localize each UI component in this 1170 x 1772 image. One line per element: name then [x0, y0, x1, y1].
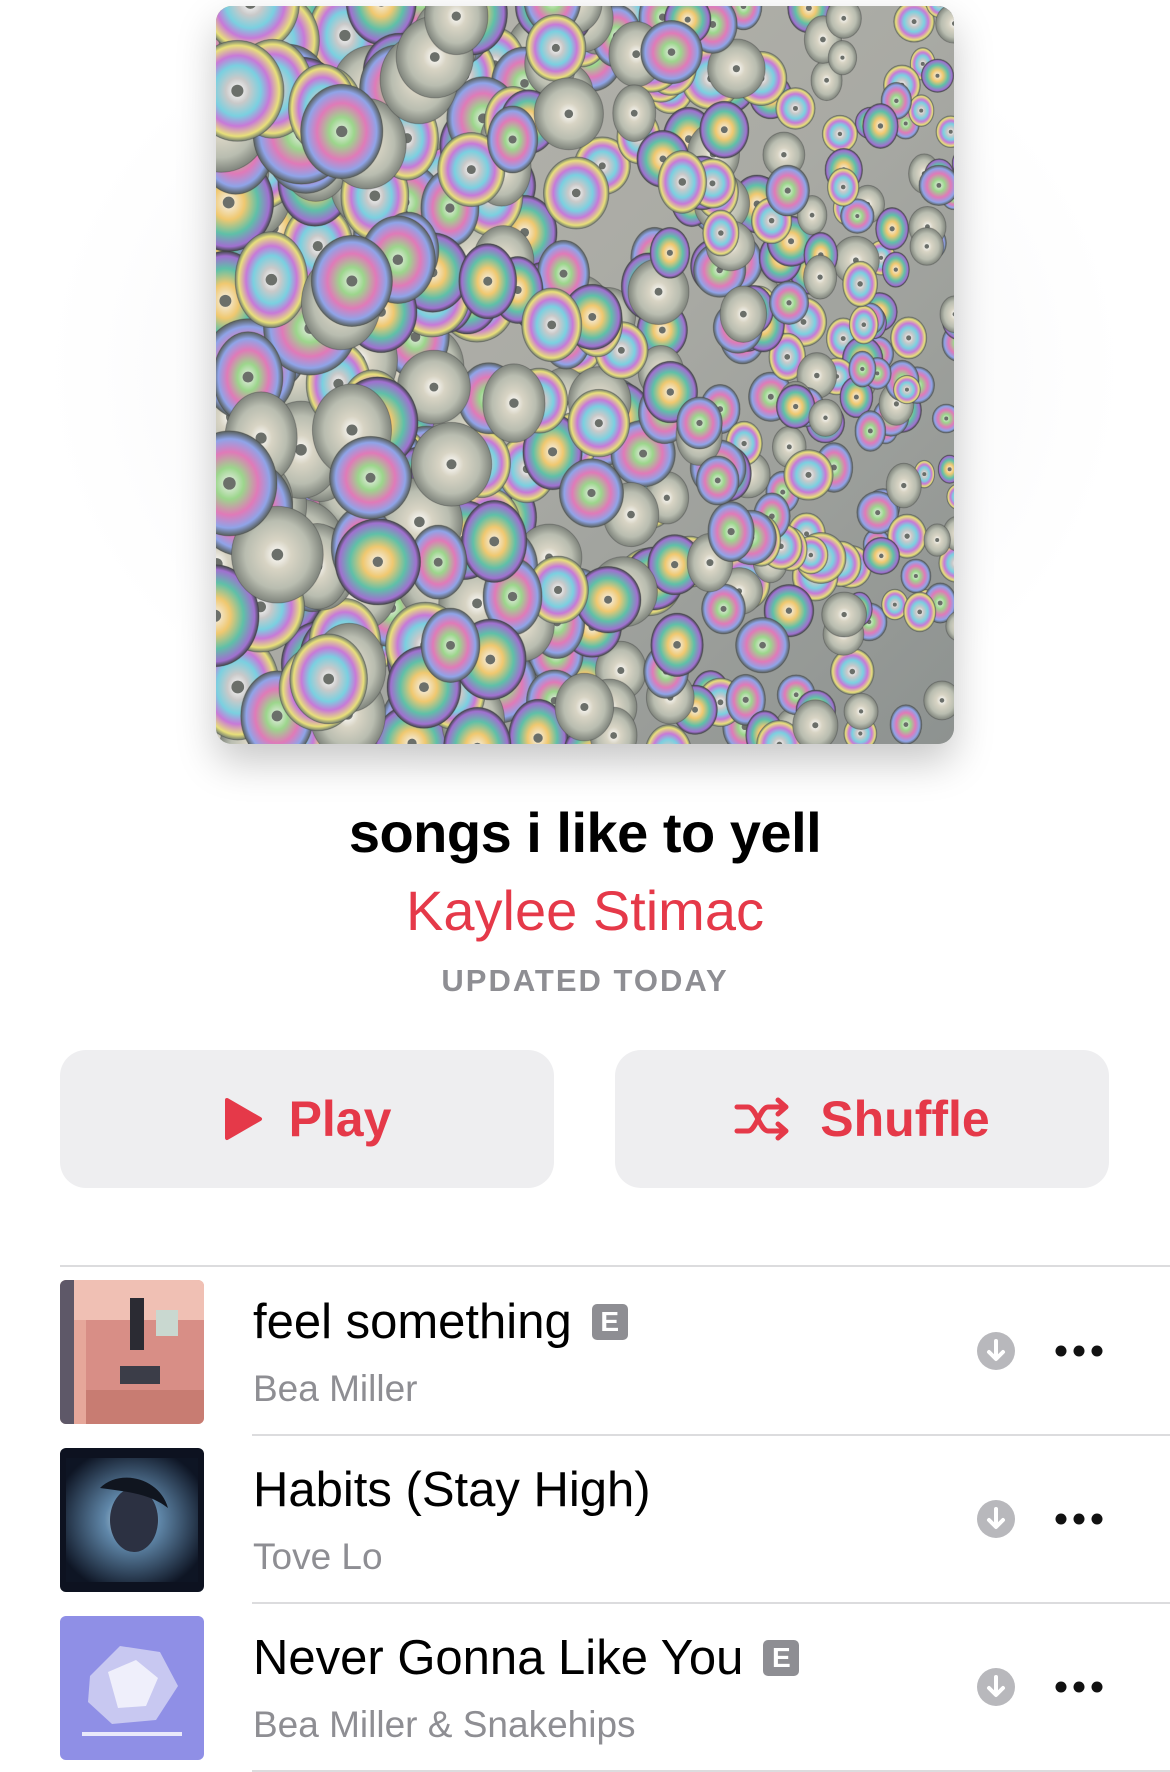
track-title-text: Never Gonna Like You	[253, 1631, 744, 1685]
download-icon[interactable]	[976, 1331, 1016, 1371]
list-divider	[60, 1265, 1170, 1267]
playlist-title: songs i like to yell	[348, 801, 822, 864]
track-title: Never Gonna Like You E	[253, 1630, 800, 1686]
track-artist: Tove Lo	[253, 1536, 383, 1577]
track-title: feel something E	[253, 1294, 628, 1350]
more-options-icon[interactable]	[1052, 1672, 1106, 1702]
play-button[interactable]: Play	[60, 1050, 554, 1188]
play-label: Play	[288, 1091, 392, 1147]
download-icon[interactable]	[976, 1499, 1016, 1539]
playlist-artwork	[216, 6, 954, 744]
more-options-icon[interactable]	[1052, 1336, 1106, 1366]
explicit-badge: E	[763, 1640, 800, 1676]
playlist-curator[interactable]: Kaylee Stimac	[0, 878, 1170, 943]
play-icon	[224, 1098, 262, 1140]
track-row[interactable]: Habits (Stay High) Tove Lo	[0, 1436, 1170, 1604]
track-row[interactable]: Never Gonna Like You E Bea Miller & Snak…	[0, 1604, 1170, 1772]
track-row[interactable]: feel something E Bea Miller	[0, 1268, 1170, 1436]
shuffle-label: Shuffle	[820, 1091, 990, 1147]
track-title-text: feel something	[253, 1295, 572, 1349]
updated-label: UPDATED TODAY	[441, 963, 729, 998]
track-artist: Bea Miller & Snakehips	[253, 1704, 636, 1745]
track-title-text: Habits (Stay High)	[253, 1463, 651, 1517]
more-options-icon[interactable]	[1052, 1504, 1106, 1534]
album-art	[60, 1448, 204, 1592]
track-artist: Bea Miller	[253, 1368, 418, 1409]
download-icon[interactable]	[976, 1667, 1016, 1707]
album-art	[60, 1280, 204, 1424]
shuffle-button[interactable]: Shuffle	[615, 1050, 1109, 1188]
shuffle-icon	[734, 1097, 789, 1141]
album-art	[60, 1616, 204, 1760]
cd-wall-artwork-image	[216, 6, 954, 744]
track-title: Habits (Stay High)	[253, 1462, 651, 1518]
explicit-badge: E	[591, 1304, 628, 1340]
